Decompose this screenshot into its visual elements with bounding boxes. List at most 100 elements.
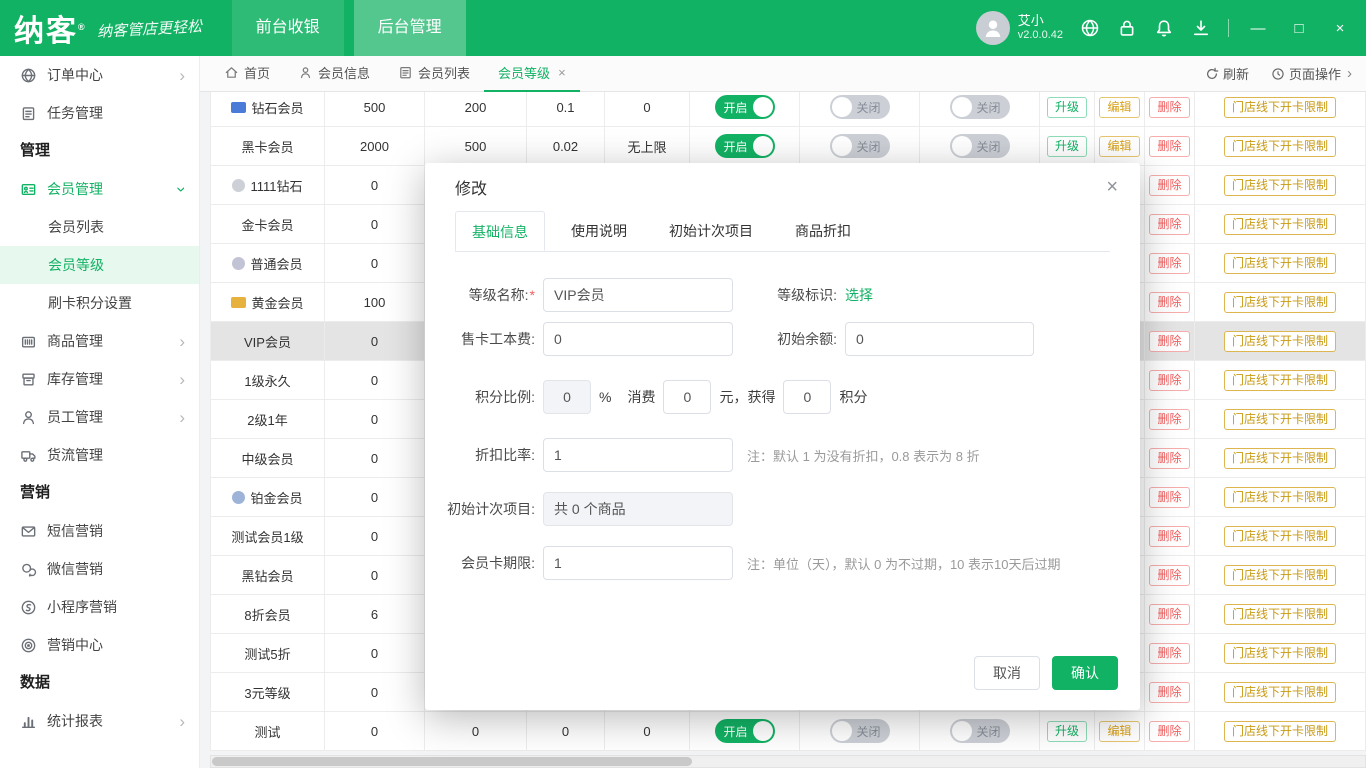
delete-button[interactable]: 删除 xyxy=(1149,565,1189,586)
delete-button[interactable]: 删除 xyxy=(1149,721,1189,742)
limit-button[interactable]: 门店线下开卡限制 xyxy=(1224,526,1336,547)
nav-tab-backend-admin[interactable]: 后台管理 xyxy=(354,0,466,56)
limit-button[interactable]: 门店线下开卡限制 xyxy=(1224,604,1336,625)
tab-usage-notes[interactable]: 使用说明 xyxy=(555,211,643,251)
sidebar-item-statistics-report[interactable]: 统计报表› xyxy=(0,702,199,740)
level-badge-select-link[interactable]: 选择 xyxy=(845,285,873,305)
sidebar-subitem-card-points-setting[interactable]: 刷卡积分设置 xyxy=(0,284,199,322)
delete-button[interactable]: 删除 xyxy=(1149,682,1189,703)
delete-button[interactable]: 删除 xyxy=(1149,370,1189,391)
sidebar-item-member-management[interactable]: 会员管理› xyxy=(0,170,199,208)
avatar[interactable] xyxy=(976,11,1010,45)
maximize-button[interactable]: □ xyxy=(1287,20,1311,37)
minimize-button[interactable]: — xyxy=(1246,20,1270,37)
close-tab-icon[interactable]: × xyxy=(558,65,566,80)
delete-button[interactable]: 删除 xyxy=(1149,643,1189,664)
status-toggle-off[interactable]: 关闭 xyxy=(950,95,1010,119)
refresh-button[interactable]: 刷新 xyxy=(1205,64,1249,83)
nav-tab-front-cashier[interactable]: 前台收银 xyxy=(232,0,344,56)
delete-button[interactable]: 删除 xyxy=(1149,253,1189,274)
logistics-icon xyxy=(20,447,37,464)
initial-balance-input[interactable] xyxy=(845,322,1034,356)
spend-amount-input[interactable] xyxy=(663,380,711,414)
tab-member-level[interactable]: 会员等级× xyxy=(484,56,580,92)
level-name-input[interactable] xyxy=(543,278,733,312)
confirm-button[interactable]: 确认 xyxy=(1052,656,1118,690)
sidebar-item-wechat-marketing[interactable]: 微信营销 xyxy=(0,550,199,588)
upgrade-button[interactable]: 升级 xyxy=(1047,721,1087,742)
upgrade-button[interactable]: 升级 xyxy=(1047,97,1087,118)
horizontal-scrollbar[interactable] xyxy=(210,755,1366,768)
network-icon[interactable] xyxy=(1080,18,1100,38)
limit-button[interactable]: 门店线下开卡限制 xyxy=(1224,331,1336,352)
sidebar-subitem-member-level[interactable]: 会员等级 xyxy=(0,246,199,284)
tab-home[interactable]: 首页 xyxy=(210,56,284,92)
delete-button[interactable]: 删除 xyxy=(1149,526,1189,547)
limit-button[interactable]: 门店线下开卡限制 xyxy=(1224,448,1336,469)
page-ops-button[interactable]: 页面操作 › xyxy=(1271,64,1352,83)
sidebar-item-task-management[interactable]: 任务管理 xyxy=(0,94,199,132)
delete-button[interactable]: 删除 xyxy=(1149,409,1189,430)
download-icon[interactable] xyxy=(1191,18,1211,38)
cancel-button[interactable]: 取消 xyxy=(974,656,1040,690)
delete-button[interactable]: 删除 xyxy=(1149,136,1189,157)
card-fee-input[interactable] xyxy=(543,322,733,356)
limit-button[interactable]: 门店线下开卡限制 xyxy=(1224,487,1336,508)
status-toggle-on[interactable]: 开启 xyxy=(715,719,775,743)
edit-button[interactable]: 编辑 xyxy=(1099,136,1139,157)
sidebar-item-staff-management[interactable]: 员工管理› xyxy=(0,398,199,436)
delete-button[interactable]: 删除 xyxy=(1149,487,1189,508)
status-toggle-off[interactable]: 关闭 xyxy=(830,719,890,743)
limit-button[interactable]: 门店线下开卡限制 xyxy=(1224,643,1336,664)
tab-basic-info[interactable]: 基础信息 xyxy=(455,211,545,251)
delete-button[interactable]: 删除 xyxy=(1149,604,1189,625)
limit-button[interactable]: 门店线下开卡限制 xyxy=(1224,175,1336,196)
status-toggle-off[interactable]: 关闭 xyxy=(830,95,890,119)
status-toggle-on[interactable]: 开启 xyxy=(715,95,775,119)
sidebar-item-marketing-center[interactable]: 营销中心 xyxy=(0,626,199,664)
limit-button[interactable]: 门店线下开卡限制 xyxy=(1224,409,1336,430)
sidebar-item-inventory-management[interactable]: 库存管理› xyxy=(0,360,199,398)
edit-button[interactable]: 编辑 xyxy=(1099,721,1139,742)
delete-button[interactable]: 删除 xyxy=(1149,448,1189,469)
upgrade-button[interactable]: 升级 xyxy=(1047,136,1087,157)
limit-button[interactable]: 门店线下开卡限制 xyxy=(1224,253,1336,274)
modal-close-icon[interactable]: × xyxy=(1106,177,1118,197)
sidebar-item-product-management[interactable]: 商品管理› xyxy=(0,322,199,360)
status-toggle-off[interactable]: 关闭 xyxy=(830,134,890,158)
level-icon xyxy=(231,102,246,113)
limit-button[interactable]: 门店线下开卡限制 xyxy=(1224,565,1336,586)
limit-button[interactable]: 门店线下开卡限制 xyxy=(1224,370,1336,391)
card-term-input[interactable] xyxy=(543,546,733,580)
close-button[interactable]: × xyxy=(1328,20,1352,37)
bell-icon[interactable] xyxy=(1154,18,1174,38)
status-toggle-off[interactable]: 关闭 xyxy=(950,719,1010,743)
delete-button[interactable]: 删除 xyxy=(1149,331,1189,352)
limit-button[interactable]: 门店线下开卡限制 xyxy=(1224,97,1336,118)
limit-button[interactable]: 门店线下开卡限制 xyxy=(1224,214,1336,235)
sidebar-item-logistics-management[interactable]: 货流管理 xyxy=(0,436,199,474)
status-toggle-off[interactable]: 关闭 xyxy=(950,134,1010,158)
sidebar-item-order-center[interactable]: 订单中心› xyxy=(0,56,199,94)
sidebar-item-miniprogram-marketing[interactable]: 小程序营销 xyxy=(0,588,199,626)
limit-button[interactable]: 门店线下开卡限制 xyxy=(1224,292,1336,313)
status-toggle-on[interactable]: 开启 xyxy=(715,134,775,158)
scrollbar-thumb[interactable] xyxy=(212,757,692,766)
lock-icon[interactable] xyxy=(1117,18,1137,38)
sidebar-item-sms-marketing[interactable]: 短信营销 xyxy=(0,512,199,550)
delete-button[interactable]: 删除 xyxy=(1149,292,1189,313)
tab-member-list[interactable]: 会员列表 xyxy=(384,56,484,92)
edit-button[interactable]: 编辑 xyxy=(1099,97,1139,118)
delete-button[interactable]: 删除 xyxy=(1149,214,1189,235)
discount-ratio-input[interactable] xyxy=(543,438,733,472)
tab-member-info[interactable]: 会员信息 xyxy=(284,56,384,92)
limit-button[interactable]: 门店线下开卡限制 xyxy=(1224,721,1336,742)
earn-points-input[interactable] xyxy=(783,380,831,414)
delete-button[interactable]: 删除 xyxy=(1149,175,1189,196)
limit-button[interactable]: 门店线下开卡限制 xyxy=(1224,136,1336,157)
limit-button[interactable]: 门店线下开卡限制 xyxy=(1224,682,1336,703)
tab-initial-count-items[interactable]: 初始计次项目 xyxy=(653,211,769,251)
sidebar-subitem-member-list[interactable]: 会员列表 xyxy=(0,208,199,246)
delete-button[interactable]: 删除 xyxy=(1149,97,1189,118)
tab-product-discount[interactable]: 商品折扣 xyxy=(779,211,867,251)
